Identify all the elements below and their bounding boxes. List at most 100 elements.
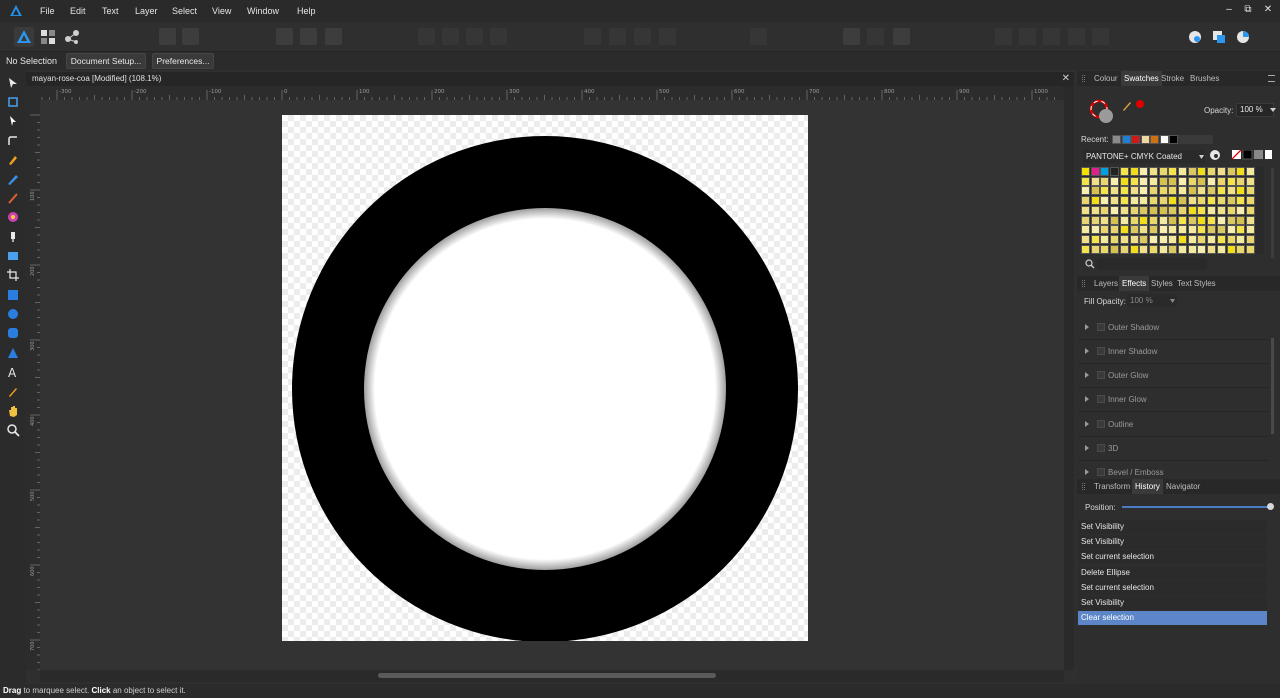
palette-swatch[interactable] — [1178, 205, 1187, 215]
palette-swatch[interactable] — [1236, 225, 1246, 235]
panel-menu-icon[interactable] — [1268, 75, 1275, 82]
palette-swatch[interactable] — [1110, 205, 1120, 215]
palette-swatch[interactable] — [1139, 167, 1149, 176]
palette-swatch[interactable] — [1168, 215, 1178, 225]
palette-swatch[interactable] — [1207, 167, 1217, 176]
toolbar-button-7[interactable] — [442, 28, 459, 45]
palette-swatch[interactable] — [1148, 205, 1158, 215]
palette-swatch[interactable] — [1197, 186, 1207, 196]
palette-swatch[interactable] — [1110, 215, 1120, 225]
history-entry-selected[interactable]: Clear selection — [1078, 611, 1267, 625]
palette-swatch[interactable] — [1168, 234, 1178, 244]
palette-swatch[interactable] — [1158, 244, 1168, 254]
palette-swatch[interactable] — [1236, 215, 1246, 225]
tab-layers[interactable]: Layers — [1094, 279, 1118, 288]
toolbar-button-13[interactable] — [659, 28, 676, 45]
view-hand-tool-icon[interactable] — [6, 404, 20, 418]
recent-swatch[interactable] — [1169, 135, 1178, 144]
palette-swatch[interactable] — [1090, 225, 1100, 235]
palette-swatch[interactable] — [1187, 225, 1197, 235]
crop-tool-icon[interactable] — [6, 268, 20, 282]
palette-swatch[interactable] — [1129, 196, 1139, 206]
palette-swatch[interactable] — [1158, 186, 1168, 196]
palette-swatch[interactable] — [1168, 205, 1178, 215]
palette-swatch[interactable] — [1168, 225, 1178, 235]
toolbar-button-5[interactable] — [325, 28, 342, 45]
arrange-icon[interactable] — [1209, 27, 1229, 47]
palette-swatch[interactable] — [1207, 215, 1217, 225]
history-panel-grip-icon[interactable] — [1082, 483, 1085, 490]
palette-swatch[interactable] — [1110, 225, 1120, 235]
pixel-persona-icon[interactable] — [38, 27, 58, 47]
palette-swatch[interactable] — [1178, 215, 1187, 225]
palette-swatch[interactable] — [1207, 205, 1217, 215]
palette-swatch[interactable] — [1197, 225, 1207, 235]
palette-swatch[interactable] — [1129, 167, 1139, 176]
palette-swatch[interactable] — [1129, 234, 1139, 244]
palette-swatch[interactable] — [1110, 176, 1120, 186]
palette-swatch[interactable] — [1081, 215, 1090, 225]
palette-swatch[interactable] — [1197, 244, 1207, 254]
tab-text-styles[interactable]: Text Styles — [1177, 279, 1216, 288]
palette-swatch[interactable] — [1245, 234, 1255, 244]
corner-tool-icon[interactable] — [6, 134, 20, 148]
swatch-search-input[interactable] — [1097, 258, 1207, 270]
recent-swatch[interactable] — [1159, 135, 1169, 144]
palette-swatch[interactable] — [1158, 176, 1168, 186]
designer-persona-icon[interactable] — [14, 27, 34, 47]
palette-swatch[interactable] — [1197, 167, 1207, 176]
recent-swatch[interactable] — [1150, 135, 1159, 144]
palette-swatch[interactable] — [1119, 244, 1129, 254]
palette-swatch[interactable] — [1100, 234, 1110, 244]
palette-swatch[interactable] — [1148, 186, 1158, 196]
recent-swatch[interactable] — [1140, 135, 1150, 144]
palette-swatch[interactable] — [1090, 244, 1100, 254]
palette-swatch[interactable] — [1216, 225, 1226, 235]
palette-swatch[interactable] — [1100, 167, 1110, 176]
fill-opacity-chevron-down-icon[interactable] — [1170, 299, 1175, 303]
palette-swatch[interactable] — [1178, 234, 1187, 244]
palette-swatch[interactable] — [1207, 244, 1217, 254]
palette-swatch[interactable] — [1148, 167, 1158, 176]
rounded-rectangle-tool-icon[interactable] — [6, 326, 20, 340]
toolbar-button-19[interactable] — [1068, 28, 1085, 45]
palette-swatch[interactable] — [1168, 186, 1178, 196]
palette-swatch[interactable] — [1148, 244, 1158, 254]
palette-swatch[interactable] — [1197, 205, 1207, 215]
pen-tool-icon[interactable] — [6, 153, 20, 167]
palette-swatch[interactable] — [1129, 186, 1139, 196]
palette-swatch[interactable] — [1081, 234, 1090, 244]
move-tool-icon[interactable] — [6, 76, 20, 90]
palette-swatch[interactable] — [1100, 176, 1110, 186]
toolbar-button-14[interactable] — [750, 28, 767, 45]
toolbar-button-8[interactable] — [466, 28, 483, 45]
palette-swatch[interactable] — [1110, 167, 1120, 176]
palette-swatch[interactable] — [1168, 176, 1178, 186]
palette-swatch[interactable] — [1148, 234, 1158, 244]
menu-select[interactable]: Select — [172, 6, 197, 16]
palette-swatch[interactable] — [1081, 205, 1090, 215]
transparency-tool-icon[interactable] — [6, 230, 20, 244]
palette-swatch[interactable] — [1245, 225, 1255, 235]
zoom-tool-icon[interactable] — [6, 423, 20, 437]
toolbar-button-1[interactable] — [159, 28, 176, 45]
close-window-icon[interactable]: ✕ — [1262, 4, 1274, 15]
palette-swatch[interactable] — [1158, 234, 1168, 244]
menu-help[interactable]: Help — [297, 6, 316, 16]
effects-scrollbar[interactable] — [1271, 338, 1274, 434]
eyedropper-icon[interactable] — [1122, 99, 1134, 111]
restore-icon[interactable]: ⧉ — [1242, 4, 1254, 15]
palette-swatch[interactable] — [1119, 225, 1129, 235]
palette-swatch[interactable] — [1236, 205, 1246, 215]
expand-arrow-icon[interactable] — [1085, 396, 1089, 402]
palette-swatch[interactable] — [1090, 176, 1100, 186]
palette-swatch[interactable] — [1090, 167, 1100, 176]
palette-swatch[interactable] — [1187, 186, 1197, 196]
palette-swatch[interactable] — [1119, 167, 1129, 176]
artistic-text-tool-icon[interactable]: A — [6, 365, 20, 379]
node-tool-icon[interactable] — [6, 114, 20, 128]
palette-swatch[interactable] — [1081, 196, 1090, 206]
expand-arrow-icon[interactable] — [1085, 372, 1089, 378]
toolbar-button-4[interactable] — [300, 28, 317, 45]
position-slider-thumb[interactable] — [1267, 503, 1274, 510]
